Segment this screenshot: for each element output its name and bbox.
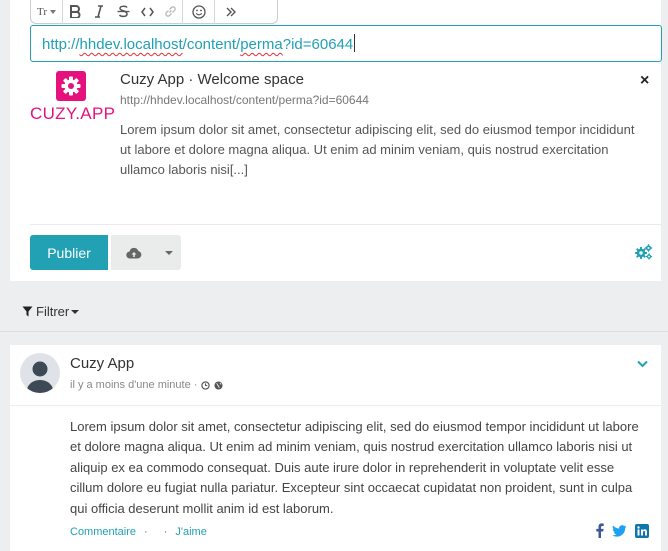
- link-preview-logo: CUZY.APP: [30, 71, 116, 127]
- strikethrough-icon: [117, 5, 129, 18]
- divider: [10, 405, 661, 406]
- divider: [30, 224, 662, 225]
- chevron-down-icon[interactable]: [637, 355, 648, 373]
- cogs-icon[interactable]: [635, 244, 653, 265]
- post-composer: Tr http://hhdev.localhost/content/perma?…: [10, 0, 662, 281]
- facebook-icon[interactable]: [595, 523, 604, 538]
- link-icon: [165, 6, 176, 17]
- twitter-icon[interactable]: [612, 524, 627, 537]
- avatar[interactable]: [20, 353, 60, 393]
- filter-label: Filtrer: [36, 304, 70, 319]
- post-author[interactable]: Cuzy App: [70, 355, 134, 372]
- comment-link[interactable]: Commentaire: [70, 526, 136, 538]
- clock-icon: [201, 380, 211, 390]
- post-text-input[interactable]: http://hhdev.localhost/content/perma?id=…: [30, 25, 662, 62]
- link-preview-url: http://hhdev.localhost/content/perma?id=…: [120, 93, 369, 107]
- text-size-icon: Tr: [37, 5, 47, 18]
- globe-icon: [214, 380, 223, 390]
- logo-text: CUZY.APP: [30, 104, 116, 123]
- like-link[interactable]: J'aime: [175, 526, 206, 538]
- url-text-part: perma: [240, 36, 283, 53]
- strikethrough-button[interactable]: [111, 0, 135, 24]
- url-text-part: http://: [42, 36, 80, 53]
- text-size-button[interactable]: Tr: [31, 0, 63, 24]
- upload-button[interactable]: [111, 235, 181, 270]
- more-button[interactable]: [215, 0, 247, 24]
- more-icon: [226, 7, 236, 16]
- url-text-part: hhdev.localhost: [79, 36, 183, 53]
- cuzy-logo-icon: [56, 71, 86, 101]
- share-buttons: [595, 523, 657, 538]
- post-card: Cuzy App il y a moins d'une minute · Lor…: [10, 345, 661, 551]
- chevron-down-icon: [50, 9, 56, 14]
- cloud-upload-icon: [111, 247, 156, 259]
- url-text-part: ?id=60644: [282, 36, 354, 53]
- code-icon: [140, 7, 154, 16]
- bold-icon: [70, 5, 81, 18]
- post-meta: il y a moins d'une minute ·: [70, 379, 223, 391]
- bold-button[interactable]: [63, 0, 87, 24]
- post-body: Lorem ipsum dolor sit amet, consectetur …: [70, 419, 639, 516]
- link-preview-description: Lorem ipsum dolor sit amet, consectetur …: [120, 122, 635, 177]
- post-actions: Commentaire · · J'aime: [70, 526, 207, 538]
- publish-button[interactable]: Publier: [30, 235, 108, 270]
- italic-icon: [95, 5, 103, 18]
- linkedin-icon[interactable]: [635, 523, 649, 538]
- separator: ·: [163, 526, 168, 538]
- post-time[interactable]: il y a moins d'une minute ·: [70, 379, 197, 391]
- separator: ·: [144, 526, 148, 538]
- chevron-down-icon: [71, 309, 80, 314]
- url-text-part: /content/: [182, 36, 241, 53]
- emoji-button[interactable]: [183, 0, 215, 24]
- code-button[interactable]: [135, 0, 159, 24]
- filter-bar: Filtrer: [0, 296, 668, 332]
- link-button[interactable]: [159, 0, 183, 24]
- editor-toolbar: Tr: [30, 0, 278, 24]
- emoji-icon: [191, 4, 206, 19]
- filter-icon: [22, 306, 33, 317]
- close-preview-button[interactable]: ×: [640, 72, 649, 90]
- link-preview-title[interactable]: Cuzy App · Welcome space: [120, 71, 304, 88]
- text-cursor: [354, 34, 356, 52]
- filter-button[interactable]: Filtrer: [22, 304, 80, 319]
- chevron-down-icon: [156, 250, 181, 255]
- italic-button[interactable]: [87, 0, 111, 24]
